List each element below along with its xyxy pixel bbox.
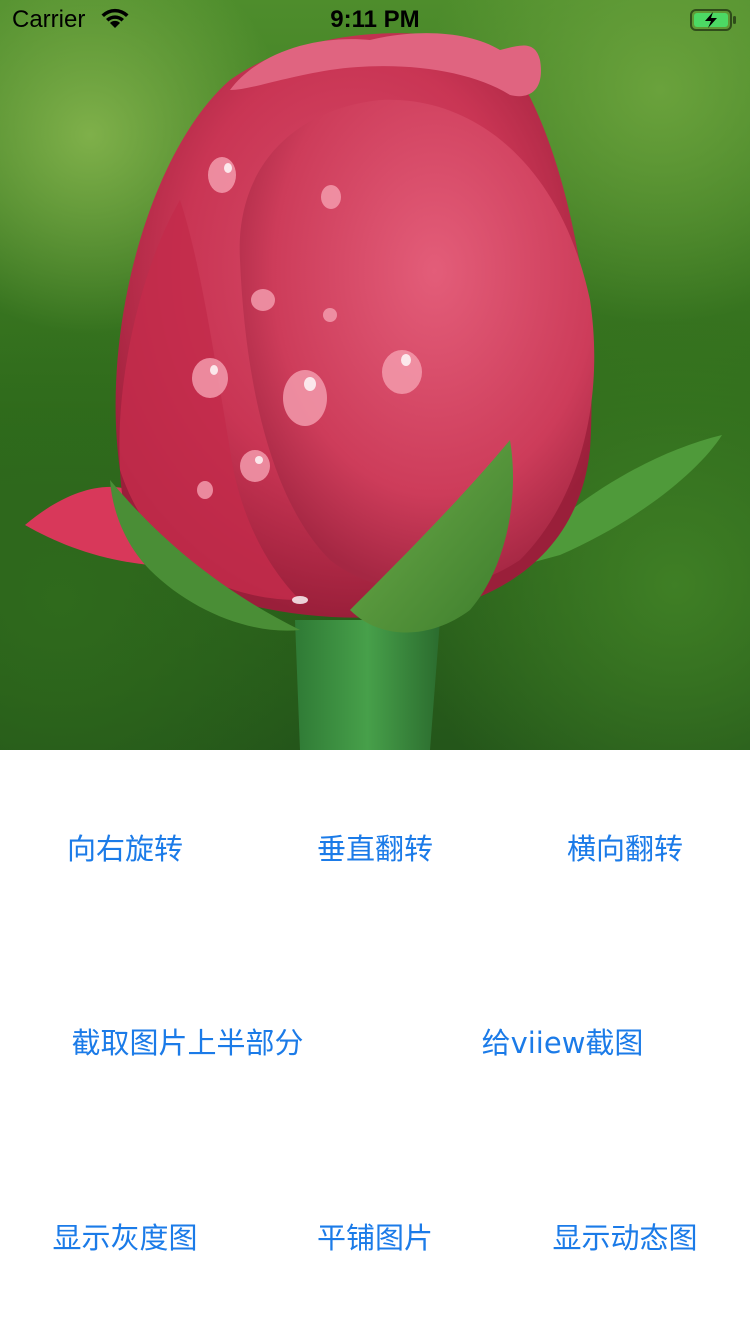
tile-image-button[interactable]: 平铺图片	[300, 1218, 450, 1258]
battery-charging-icon	[690, 9, 738, 37]
rotate-right-button[interactable]: 向右旋转	[50, 829, 200, 869]
crop-top-half-button[interactable]: 截取图片上半部分	[55, 1023, 320, 1063]
flip-vertical-button[interactable]: 垂直翻转	[300, 829, 450, 869]
clock-time: 9:11 PM	[330, 6, 420, 33]
grayscale-button[interactable]: 显示灰度图	[40, 1218, 210, 1258]
view-snapshot-button[interactable]: 给viiew截图	[470, 1023, 655, 1063]
animated-image-button[interactable]: 显示动态图	[540, 1218, 710, 1258]
rose-image	[0, 0, 750, 750]
status-bar: Carrier 9:11 PM	[0, 0, 750, 40]
flip-horizontal-button[interactable]: 横向翻转	[550, 829, 700, 869]
rose-illustration	[25, 33, 722, 750]
